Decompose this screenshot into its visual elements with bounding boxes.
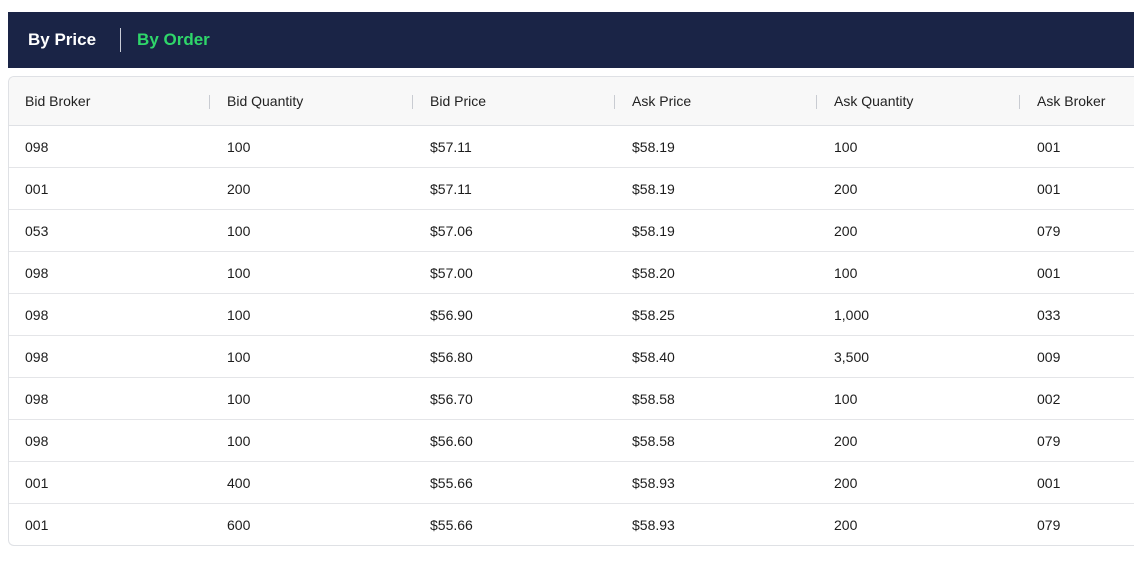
ask-price-cell: $58.93 (632, 474, 675, 491)
bid-broker-cell: 053 (25, 222, 49, 239)
bid-broker-cell: 098 (25, 432, 49, 449)
bid-quantity-cell: 100 (227, 264, 251, 281)
ask-quantity-cell: 3,500 (834, 348, 870, 365)
column-resize-handle[interactable] (1019, 95, 1020, 109)
bid-price-cell: $56.90 (430, 306, 473, 323)
table-row[interactable]: 098 100 $56.70 $58.58 100 002 (9, 378, 1134, 420)
table-row[interactable]: 098 100 $56.60 $58.58 200 079 (9, 420, 1134, 462)
bid-quantity-cell: 100 (227, 138, 251, 155)
ask-price-cell: $58.19 (632, 138, 675, 155)
ask-broker-cell: 001 (1037, 138, 1061, 155)
table-row[interactable]: 053 100 $57.06 $58.19 200 079 (9, 210, 1134, 252)
bid-price-cell: $56.80 (430, 348, 473, 365)
ask-broker-cell: 079 (1037, 517, 1061, 533)
bid-quantity-cell: 400 (227, 474, 251, 491)
bid-broker-cell: 098 (25, 390, 49, 407)
tab-by-order[interactable]: By Order (137, 28, 210, 52)
ask-broker-cell: 001 (1037, 180, 1061, 197)
ask-broker-cell: 033 (1037, 306, 1061, 323)
column-header-bid-quantity[interactable]: Bid Quantity (227, 77, 303, 125)
bid-broker-cell: 098 (25, 348, 49, 365)
ask-quantity-cell: 200 (834, 517, 858, 533)
ask-quantity-cell: 100 (834, 264, 858, 281)
table-row[interactable]: 001 600 $55.66 $58.93 200 079 (9, 504, 1134, 545)
ask-price-cell: $58.20 (632, 264, 675, 281)
ask-price-cell: $58.40 (632, 348, 675, 365)
column-header-ask-price[interactable]: Ask Price (632, 77, 691, 125)
ask-quantity-cell: 1,000 (834, 306, 870, 323)
table-row[interactable]: 001 400 $55.66 $58.93 200 001 (9, 462, 1134, 504)
bid-price-cell: $56.60 (430, 432, 473, 449)
bid-broker-cell: 001 (25, 474, 49, 491)
ask-quantity-cell: 100 (834, 138, 858, 155)
tab-divider (120, 28, 122, 52)
tab-by-price[interactable]: By Price (28, 28, 96, 52)
ask-price-cell: $58.58 (632, 432, 675, 449)
bid-price-cell: $55.66 (430, 517, 473, 533)
column-resize-handle[interactable] (209, 95, 210, 109)
ask-broker-cell: 079 (1037, 222, 1061, 239)
bid-quantity-cell: 100 (227, 306, 251, 323)
ask-broker-cell: 001 (1037, 474, 1061, 491)
table-body: 098 100 $57.11 $58.19 100 001 001 200 $57.11 $58.… (9, 126, 1134, 545)
bid-quantity-cell: 600 (227, 517, 251, 533)
order-book-tab-bar: By Price By Order (8, 12, 1134, 68)
bid-price-cell: $56.70 (430, 390, 473, 407)
column-header-bid-broker[interactable]: Bid Broker (25, 77, 90, 125)
table-row[interactable]: 098 100 $57.11 $58.19 100 001 (9, 126, 1134, 168)
ask-quantity-cell: 200 (834, 222, 858, 239)
ask-quantity-cell: 200 (834, 432, 858, 449)
table-row[interactable]: 001 200 $57.11 $58.19 200 001 (9, 168, 1134, 210)
ask-price-cell: $58.93 (632, 517, 675, 533)
ask-broker-cell: 079 (1037, 432, 1061, 449)
ask-broker-cell: 009 (1037, 348, 1061, 365)
bid-price-cell: $57.11 (430, 180, 472, 197)
table-header-row: Bid Broker Bid Quantity Bid Price Ask Pr… (9, 77, 1134, 126)
bid-price-cell: $57.06 (430, 222, 473, 239)
column-header-ask-quantity[interactable]: Ask Quantity (834, 77, 913, 125)
ask-broker-cell: 002 (1037, 390, 1061, 407)
bid-broker-cell: 098 (25, 138, 49, 155)
bid-price-cell: $55.66 (430, 474, 473, 491)
ask-price-cell: $58.25 (632, 306, 675, 323)
column-resize-handle[interactable] (816, 95, 817, 109)
column-resize-handle[interactable] (614, 95, 615, 109)
ask-quantity-cell: 200 (834, 474, 858, 491)
ask-price-cell: $58.58 (632, 390, 675, 407)
bid-quantity-cell: 100 (227, 390, 251, 407)
bid-broker-cell: 098 (25, 306, 49, 323)
ask-price-cell: $58.19 (632, 180, 675, 197)
bid-quantity-cell: 200 (227, 180, 251, 197)
ask-broker-cell: 001 (1037, 264, 1061, 281)
bid-quantity-cell: 100 (227, 432, 251, 449)
column-header-bid-price[interactable]: Bid Price (430, 77, 486, 125)
bid-price-cell: $57.00 (430, 264, 473, 281)
ask-quantity-cell: 200 (834, 180, 858, 197)
bid-quantity-cell: 100 (227, 348, 251, 365)
order-book-table: Bid Broker Bid Quantity Bid Price Ask Pr… (8, 76, 1134, 546)
bid-price-cell: $57.11 (430, 138, 472, 155)
bid-quantity-cell: 100 (227, 222, 251, 239)
column-header-ask-broker[interactable]: Ask Broker (1037, 77, 1105, 125)
bid-broker-cell: 098 (25, 264, 49, 281)
table-row[interactable]: 098 100 $56.80 $58.40 3,500 009 (9, 336, 1134, 378)
bid-broker-cell: 001 (25, 517, 49, 533)
ask-price-cell: $58.19 (632, 222, 675, 239)
table-row[interactable]: 098 100 $56.90 $58.25 1,000 033 (9, 294, 1134, 336)
bid-broker-cell: 001 (25, 180, 49, 197)
ask-quantity-cell: 100 (834, 390, 858, 407)
table-row[interactable]: 098 100 $57.00 $58.20 100 001 (9, 252, 1134, 294)
column-resize-handle[interactable] (412, 95, 413, 109)
